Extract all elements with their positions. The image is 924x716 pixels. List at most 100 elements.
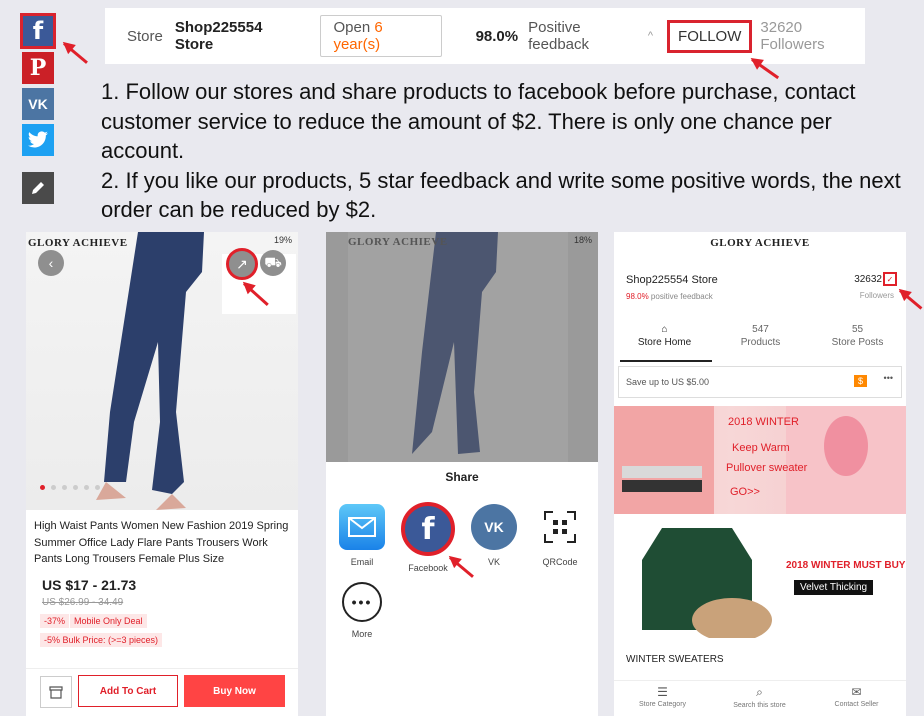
share-qrcode[interactable]: QRCode [528, 504, 592, 567]
share-more[interactable]: ••• More [330, 582, 394, 639]
product-title: High Waist Pants Women New Fashion 2019 … [34, 520, 289, 565]
banner-subtitle: Velvet Thicking [794, 580, 874, 595]
tab-products[interactable]: 547 Products [712, 324, 809, 348]
instruction-2: 2. If you like our products, 5 star feed… [101, 167, 901, 223]
share-vk[interactable]: VK VK [462, 504, 526, 567]
banner-line-3: Pullover sweater [726, 462, 808, 474]
product-page-panel: GLORY ACHIEVE 19% ‹ ↗ ⛟ High Waist Pants… [26, 232, 298, 716]
add-to-cart-button[interactable]: Add To Cart [78, 675, 178, 707]
followers-count: 32620 Followers [760, 19, 825, 53]
share-email-label: Email [350, 557, 374, 567]
share-facebook-label: Facebook [408, 563, 448, 573]
facebook-share-icon[interactable]: f [20, 13, 56, 49]
green-sweater-image [642, 528, 772, 638]
vk-glyph: VK [484, 519, 504, 535]
search-icon: ⌕ [756, 685, 763, 699]
coupon-bar[interactable]: Save up to US $5.00 $ ••• [618, 366, 902, 398]
more-icon[interactable]: ••• [884, 373, 893, 383]
dimmed-product-photo [326, 232, 598, 462]
store-home-panel: GLORY ACHIEVE Shop225554 Store 98.0% pos… [614, 232, 906, 716]
instruction-1: 1. Follow our stores and share products … [101, 79, 856, 164]
carousel-dots [40, 485, 100, 490]
more-icon: ••• [342, 582, 382, 622]
active-tab-indicator [620, 360, 712, 362]
list-icon: ☰ [657, 685, 668, 699]
share-qrcode-label: QRCode [542, 557, 578, 567]
pants-image [348, 232, 568, 462]
vk-share-icon[interactable]: VK [22, 88, 54, 120]
open-prefix: Open [333, 19, 371, 36]
instructions-text: 1. Follow our stores and share products … [101, 77, 901, 225]
section-title: WINTER SWEATERS [626, 654, 724, 665]
product-action-bar: Add To Cart Buy Now [26, 668, 298, 716]
store-name[interactable]: Shop225554 Store [175, 19, 299, 53]
store-icon[interactable] [40, 676, 72, 708]
nav-contact-seller[interactable]: ✉ Contact Seller [808, 685, 905, 708]
positive-feedback: 98.0% positive feedback [626, 292, 713, 301]
winter-must-buy-banner[interactable]: 2018 WINTER MUST BUY Velvet Thicking [614, 520, 906, 638]
battery-status: 18% [573, 235, 592, 245]
share-title: Share [445, 470, 479, 484]
product-photo [26, 232, 298, 510]
old-price: US $26.99 - 34.49 [42, 597, 124, 608]
qrcode-icon [537, 504, 583, 550]
bulk-price-badge: -5% Bulk Price: (>=3 pieces) [40, 633, 163, 647]
followers-label: Followers [859, 291, 894, 300]
chevron-up-icon[interactable]: ^ [648, 30, 653, 42]
share-more-label: More [351, 629, 373, 639]
tab-count: 55 [851, 324, 864, 335]
facebook-glyph: f [32, 17, 44, 45]
winter-sweater-banner[interactable]: 2018 WINTER Keep Warm Pullover sweater G… [614, 406, 906, 514]
followers-count: 32632 [854, 274, 882, 285]
coupon-text: Save up to US $5.00 [626, 377, 710, 387]
nav-store-category[interactable]: ☰ Store Category [614, 685, 711, 708]
follow-button[interactable]: FOLLOW [667, 19, 753, 53]
banner-line-2: Keep Warm [732, 442, 790, 454]
brand-logo: GLORY ACHIEVE [28, 237, 128, 249]
nav-label: Search this store [733, 702, 786, 709]
banner-line-4: GO>> [730, 486, 760, 498]
twitter-share-icon[interactable] [22, 124, 54, 156]
feedback-percent: 98.0% [626, 292, 649, 301]
pants-image [96, 232, 296, 510]
battery-status: 19% [273, 235, 292, 245]
store-name: Shop225554 Store [626, 274, 718, 286]
brand-logo: GLORY ACHIEVE [348, 236, 448, 248]
tab-label: Store Home [637, 337, 692, 348]
tab-label: Products [740, 337, 781, 348]
share-sheet-panel: GLORY ACHIEVE 18% Share Email f Facebook… [326, 232, 598, 716]
nav-search-store[interactable]: ⌕ Search this store [711, 685, 808, 709]
vk-icon: VK [471, 504, 517, 550]
brand-logo: GLORY ACHIEVE [710, 237, 810, 249]
product-price: US $17 - 21.73 [42, 577, 137, 593]
edit-icon[interactable] [22, 172, 54, 204]
pinterest-share-icon[interactable]: P [22, 52, 54, 84]
feedback-percent: 98.0% [475, 27, 519, 45]
share-email[interactable]: Email [330, 504, 394, 567]
twitter-bird-icon [28, 131, 48, 148]
buy-now-button[interactable]: Buy Now [184, 675, 285, 707]
share-icon[interactable]: ↗ [226, 248, 258, 280]
mail-icon: ✉ [851, 685, 862, 699]
follow-checkbox[interactable]: ✓ [883, 272, 897, 286]
facebook-icon: f [401, 502, 455, 556]
feedback-label: positive feedback [650, 292, 713, 301]
email-icon [339, 504, 385, 550]
tab-store-posts[interactable]: 55 Store Posts [809, 324, 906, 348]
home-icon: ⌂ [661, 324, 668, 335]
pencil-icon [32, 182, 44, 194]
tab-label: Store Posts [831, 337, 884, 348]
tab-store-home[interactable]: ⌂ Store Home [616, 324, 713, 348]
discount-badge: -37% [40, 614, 70, 628]
shop-icon [49, 686, 63, 699]
mobile-deal-badge: Mobile Only Deal [70, 614, 147, 628]
cart-icon[interactable]: ⛟ [260, 250, 286, 276]
pointer-arrow [63, 42, 88, 64]
nav-label: Store Category [638, 701, 687, 708]
feedback-label[interactable]: Positive feedback [528, 19, 640, 53]
facebook-glyph: f [421, 511, 435, 547]
banner-title: 2018 WINTER MUST BUY [786, 560, 906, 571]
pinterest-glyph: P [29, 55, 47, 81]
back-icon[interactable]: ‹ [38, 250, 64, 276]
coupon-badge: $ [853, 375, 867, 387]
